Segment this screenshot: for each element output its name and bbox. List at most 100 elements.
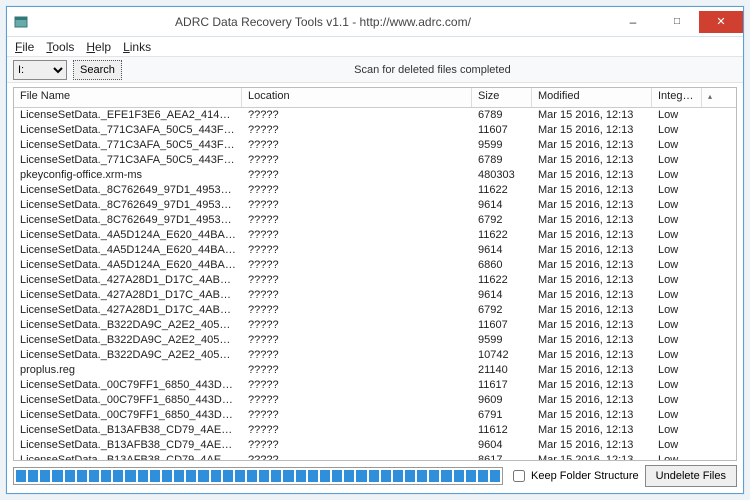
progress-segment <box>369 470 379 482</box>
cell-size: 11617 <box>472 378 532 393</box>
table-row[interactable]: LicenseSetData._B13AFB38_CD79_4AE5_9F7F.… <box>14 438 736 453</box>
maximize-button[interactable] <box>655 11 699 33</box>
cell-location: ????? <box>242 138 472 153</box>
cell-size: 10742 <box>472 348 532 363</box>
cell-integrity: Low <box>652 183 702 198</box>
table-row[interactable]: LicenseSetData._EFE1F3E6_AEA2_4144_A208.… <box>14 108 736 123</box>
cell-filename: LicenseSetData._8C762649_97D1_4953_AD27.… <box>14 213 242 228</box>
table-row[interactable]: LicenseSetData._4A5D124A_E620_44BA_B6FF.… <box>14 228 736 243</box>
col-integrity[interactable]: Integrity <box>652 88 702 107</box>
cell-size: 11622 <box>472 273 532 288</box>
cell-integrity: Low <box>652 123 702 138</box>
titlebar[interactable]: ADRC Data Recovery Tools v1.1 - http://w… <box>7 7 743 37</box>
progress-segment <box>77 470 87 482</box>
table-row[interactable]: LicenseSetData._B322DA9C_A2E2_4058_9E4E.… <box>14 348 736 363</box>
cell-size: 9614 <box>472 243 532 258</box>
table-row[interactable]: LicenseSetData._00C79FF1_6850_443D_BF61.… <box>14 408 736 423</box>
col-filename[interactable]: File Name <box>14 88 242 107</box>
table-row[interactable]: LicenseSetData._771C3AFA_50C5_443F_B151.… <box>14 138 736 153</box>
table-row[interactable]: LicenseSetData._8C762649_97D1_4953_AD27.… <box>14 198 736 213</box>
progress-segment <box>174 470 184 482</box>
table-row[interactable]: LicenseSetData._00C79FF1_6850_443D_BF61.… <box>14 393 736 408</box>
table-row[interactable]: pkeyconfig-office.xrm-ms?????480303Mar 1… <box>14 168 736 183</box>
table-body[interactable]: LicenseSetData._EFE1F3E6_AEA2_4144_A208.… <box>14 108 736 460</box>
menu-file[interactable]: File <box>15 40 34 54</box>
table-row[interactable]: LicenseSetData._771C3AFA_50C5_443F_B151.… <box>14 153 736 168</box>
cell-size: 11622 <box>472 228 532 243</box>
table-row[interactable]: LicenseSetData._B13AFB38_CD79_4AE5_9F7F.… <box>14 453 736 460</box>
cell-filename: LicenseSetData._B322DA9C_A2E2_4058_9E4E.… <box>14 348 242 363</box>
col-size[interactable]: Size <box>472 88 532 107</box>
cell-size: 9599 <box>472 333 532 348</box>
table-row[interactable]: LicenseSetData._8C762649_97D1_4953_AD27.… <box>14 213 736 228</box>
cell-location: ????? <box>242 108 472 123</box>
progress-segment <box>186 470 196 482</box>
window-title: ADRC Data Recovery Tools v1.1 - http://w… <box>35 15 611 29</box>
cell-location: ????? <box>242 123 472 138</box>
progress-segment <box>125 470 135 482</box>
cell-location: ????? <box>242 333 472 348</box>
table-row[interactable]: LicenseSetData._4A5D124A_E620_44BA_B6FF.… <box>14 258 736 273</box>
cell-filename: LicenseSetData._EFE1F3E6_AEA2_4144_A208.… <box>14 108 242 123</box>
minimize-button[interactable] <box>611 11 655 33</box>
cell-integrity: Low <box>652 258 702 273</box>
cell-integrity: Low <box>652 423 702 438</box>
table-row[interactable]: LicenseSetData._8C762649_97D1_4953_AD27.… <box>14 183 736 198</box>
table-row[interactable]: LicenseSetData._427A28D1_D17C_4ABF_B717.… <box>14 303 736 318</box>
cell-size: 11612 <box>472 423 532 438</box>
progress-segment <box>356 470 366 482</box>
cell-integrity: Low <box>652 453 702 460</box>
table-row[interactable]: LicenseSetData._B13AFB38_CD79_4AE5_9F7F.… <box>14 423 736 438</box>
progress-segment <box>393 470 403 482</box>
progress-segment <box>417 470 427 482</box>
progress-segment <box>466 470 476 482</box>
cell-modified: Mar 15 2016, 12:13 <box>532 183 652 198</box>
keep-folder-checkbox[interactable]: Keep Folder Structure <box>509 467 639 485</box>
progress-segment <box>332 470 342 482</box>
cell-filename: LicenseSetData._771C3AFA_50C5_443F_B151.… <box>14 138 242 153</box>
cell-modified: Mar 15 2016, 12:13 <box>532 453 652 460</box>
table-row[interactable]: LicenseSetData._427A28D1_D17C_4ABF_B717.… <box>14 288 736 303</box>
col-sort-icon[interactable] <box>702 88 720 107</box>
cell-location: ????? <box>242 438 472 453</box>
app-icon <box>7 8 35 36</box>
cell-modified: Mar 15 2016, 12:13 <box>532 318 652 333</box>
cell-filename: LicenseSetData._4A5D124A_E620_44BA_B6FF.… <box>14 258 242 273</box>
table-row[interactable]: LicenseSetData._427A28D1_D17C_4ABF_B717.… <box>14 273 736 288</box>
cell-filename: LicenseSetData._00C79FF1_6850_443D_BF61.… <box>14 393 242 408</box>
progress-segment <box>138 470 148 482</box>
progress-segment <box>308 470 318 482</box>
close-button[interactable] <box>699 11 743 33</box>
menu-help[interactable]: Help <box>86 40 111 54</box>
cell-location: ????? <box>242 183 472 198</box>
table-row[interactable]: LicenseSetData._4A5D124A_E620_44BA_B6FF.… <box>14 243 736 258</box>
undelete-button[interactable]: Undelete Files <box>645 465 737 487</box>
table-row[interactable]: LicenseSetData._B322DA9C_A2E2_4058_9E4E.… <box>14 333 736 348</box>
keep-folder-input[interactable] <box>513 470 525 482</box>
cell-modified: Mar 15 2016, 12:13 <box>532 228 652 243</box>
progress-segment <box>52 470 62 482</box>
menu-tools[interactable]: Tools <box>46 40 74 54</box>
col-modified[interactable]: Modified <box>532 88 652 107</box>
cell-integrity: Low <box>652 348 702 363</box>
cell-integrity: Low <box>652 228 702 243</box>
status-text: Scan for deleted files completed <box>128 64 737 76</box>
cell-size: 6791 <box>472 408 532 423</box>
table-row[interactable]: LicenseSetData._771C3AFA_50C5_443F_B151.… <box>14 123 736 138</box>
cell-modified: Mar 15 2016, 12:13 <box>532 333 652 348</box>
col-location[interactable]: Location <box>242 88 472 107</box>
cell-integrity: Low <box>652 243 702 258</box>
drive-select[interactable]: I: <box>13 60 67 80</box>
table-row[interactable]: LicenseSetData._00C79FF1_6850_443D_BF61.… <box>14 378 736 393</box>
table-row[interactable]: LicenseSetData._B322DA9C_A2E2_4058_9E4E.… <box>14 318 736 333</box>
progress-segment <box>247 470 257 482</box>
progress-segment <box>89 470 99 482</box>
cell-integrity: Low <box>652 138 702 153</box>
menu-links[interactable]: Links <box>123 40 151 54</box>
progress-segment <box>211 470 221 482</box>
cell-size: 480303 <box>472 168 532 183</box>
search-button[interactable]: Search <box>73 60 122 80</box>
table-row[interactable]: proplus.reg?????21140Mar 15 2016, 12:13L… <box>14 363 736 378</box>
cell-location: ????? <box>242 408 472 423</box>
cell-integrity: Low <box>652 363 702 378</box>
